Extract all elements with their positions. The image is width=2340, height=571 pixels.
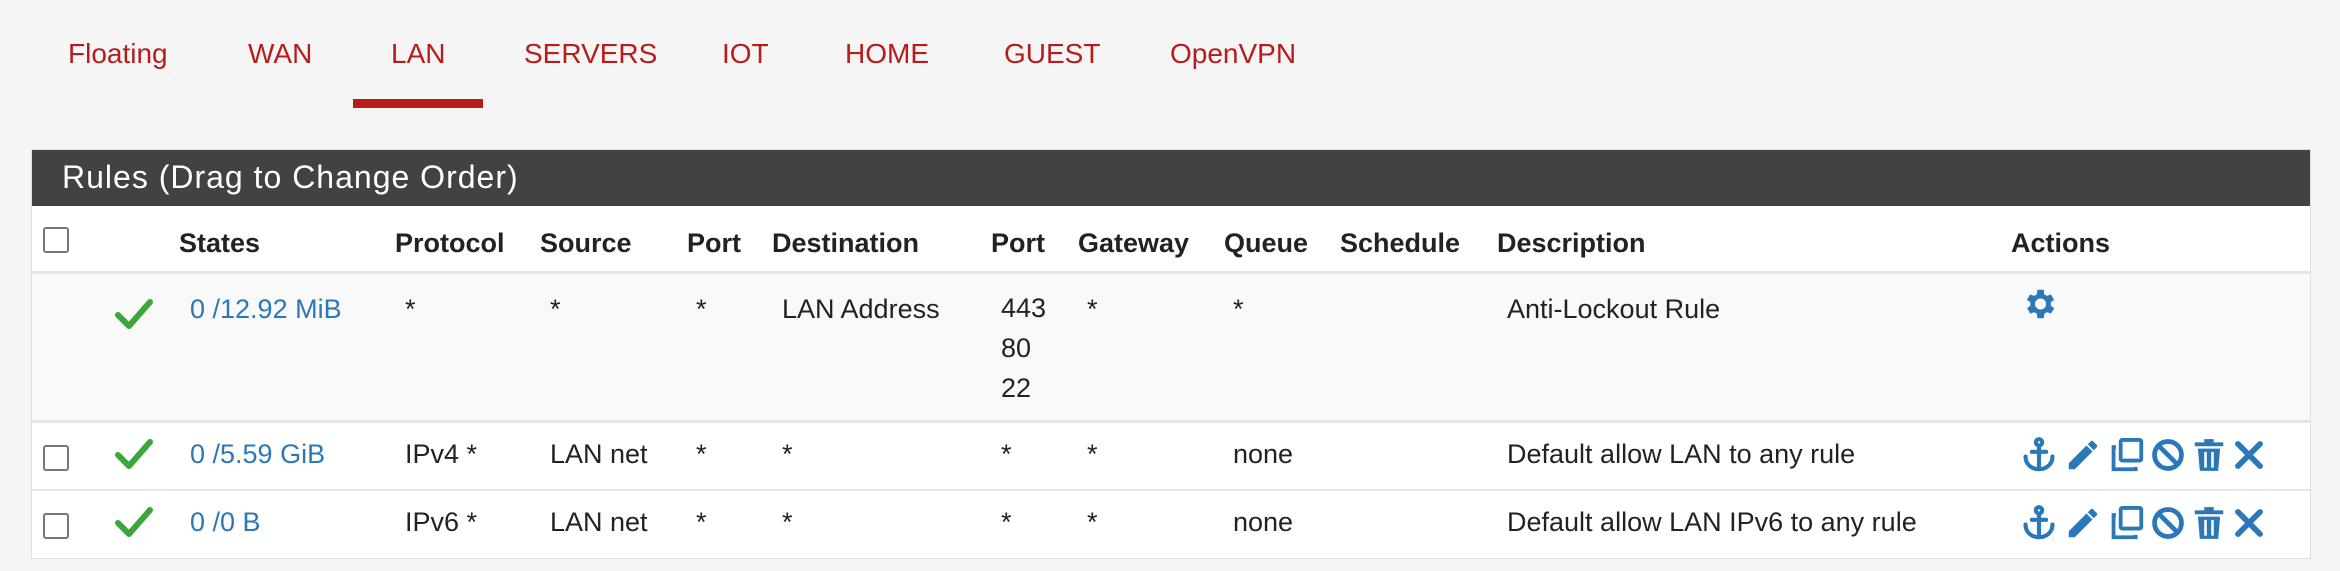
description-value: Default allow LAN IPv6 to any rule [1507, 507, 1917, 537]
copy-icon[interactable] [2108, 436, 2146, 474]
anchor-icon[interactable] [2020, 436, 2058, 474]
column-header-source: Source [540, 228, 632, 258]
destination-value: * [782, 507, 793, 537]
table-row[interactable]: 0 /12.92 MiB * * * LAN Address 443 80 22… [32, 274, 2310, 420]
column-header-protocol: Protocol [395, 228, 505, 258]
column-header-queue: Queue [1224, 228, 1309, 258]
source-port-value: * [696, 439, 707, 469]
protocol-value: IPv6 * [405, 507, 478, 537]
column-header-states: States [179, 228, 261, 258]
row-select-checkbox[interactable] [43, 445, 69, 471]
destination-port-value: * [1001, 507, 1012, 537]
tab-wan[interactable]: WAN [248, 38, 312, 72]
select-all-checkbox[interactable] [43, 227, 69, 253]
trash-icon[interactable] [2190, 504, 2228, 542]
check-icon [114, 437, 154, 471]
check-icon [114, 297, 154, 331]
column-header-description: Description [1497, 228, 1646, 258]
panel-header: Rules (Drag to Change Order) [32, 150, 2310, 206]
destination-value: * [782, 439, 793, 469]
queue-value: * [1233, 294, 1244, 324]
panel-title: Rules (Drag to Change Order) [62, 159, 519, 195]
column-header-source-port: Port [687, 228, 741, 258]
states-link[interactable]: 0 /5.59 GiB [190, 439, 325, 470]
states-link[interactable]: 0 /12.92 MiB [190, 294, 342, 325]
tab-iot[interactable]: IOT [722, 38, 769, 72]
gateway-value: * [1087, 439, 1098, 469]
states-link[interactable]: 0 /0 B [190, 507, 261, 538]
tab-guest[interactable]: GUEST [1004, 38, 1100, 72]
interface-tabs: Floating WAN LAN SERVERS IOT HOME GUEST … [0, 0, 2340, 110]
destination-port-value: 443 80 22 [1001, 293, 1047, 403]
gateway-value: * [1087, 507, 1098, 537]
times-icon[interactable] [2230, 436, 2268, 474]
trash-icon[interactable] [2190, 436, 2228, 474]
column-header-actions: Actions [2011, 228, 2111, 258]
ban-icon[interactable] [2149, 504, 2187, 542]
ban-icon[interactable] [2149, 436, 2187, 474]
check-icon [114, 505, 154, 539]
times-icon[interactable] [2230, 504, 2268, 542]
protocol-value: IPv4 * [405, 439, 478, 469]
pencil-icon[interactable] [2064, 436, 2102, 474]
source-value: LAN net [550, 507, 648, 537]
tab-lan[interactable]: LAN [391, 38, 445, 72]
column-header-schedule: Schedule [1340, 228, 1461, 258]
rules-panel: Rules (Drag to Change Order) States Prot… [32, 150, 2310, 558]
tab-servers[interactable]: SERVERS [524, 38, 657, 72]
description-value: Anti-Lockout Rule [1507, 294, 1721, 324]
anchor-icon[interactable] [2020, 504, 2058, 542]
active-tab-indicator [353, 99, 483, 108]
tab-home[interactable]: HOME [845, 38, 929, 72]
description-value: Default allow LAN to any rule [1507, 439, 1856, 469]
queue-value: none [1233, 507, 1294, 537]
destination-value: LAN Address [782, 294, 940, 324]
tab-floating[interactable]: Floating [68, 38, 168, 72]
source-port-value: * [696, 294, 707, 324]
row-select-checkbox[interactable] [43, 513, 69, 539]
tab-openvpn[interactable]: OpenVPN [1170, 38, 1296, 72]
pencil-icon[interactable] [2064, 504, 2102, 542]
column-header-destination-port: Port [991, 228, 1045, 258]
protocol-value: * [405, 294, 416, 324]
copy-icon[interactable] [2108, 504, 2146, 542]
source-value: * [550, 294, 561, 324]
source-value: LAN net [550, 439, 648, 469]
gateway-value: * [1087, 294, 1098, 324]
table-row[interactable]: 0 /5.59 GiB IPv4 * LAN net * * * * none … [32, 423, 2310, 489]
column-header-destination: Destination [772, 228, 920, 258]
gear-icon[interactable] [2020, 285, 2058, 323]
source-port-value: * [696, 507, 707, 537]
table-row[interactable]: 0 /0 B IPv6 * LAN net * * * * none Defau… [32, 491, 2310, 557]
destination-port-value: * [1001, 439, 1012, 469]
column-header-gateway: Gateway [1078, 228, 1190, 258]
queue-value: none [1233, 439, 1294, 469]
